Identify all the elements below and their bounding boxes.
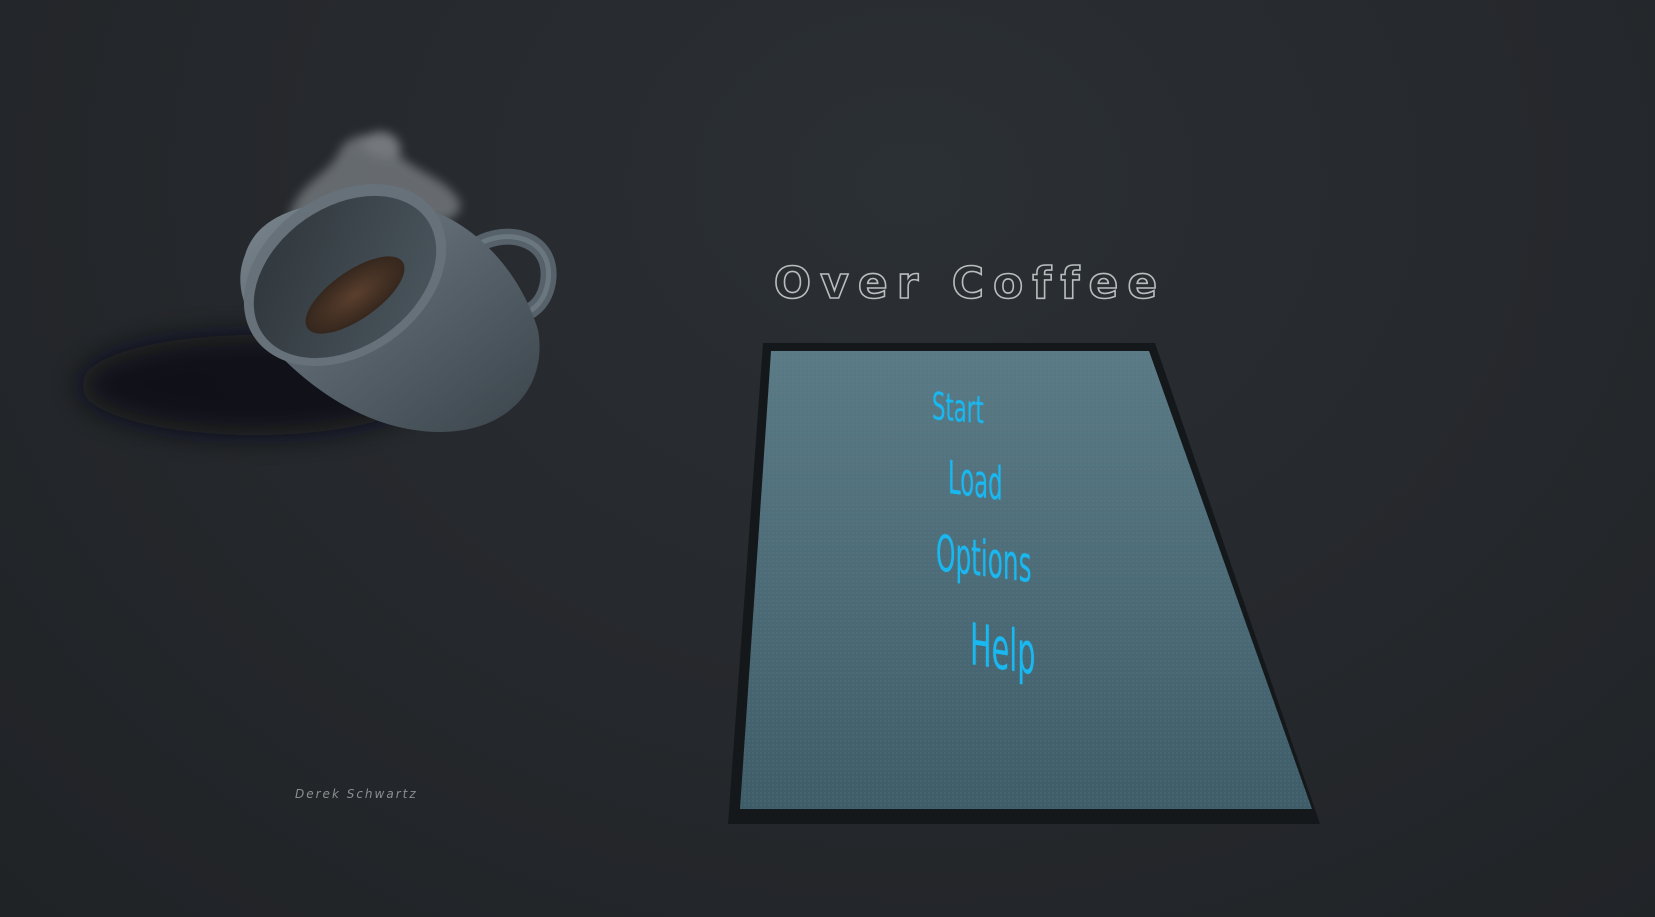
author-credit: Derek Schwartz [295, 787, 418, 801]
game-scene [80, 131, 1320, 824]
game-title: Over Coffee [773, 257, 1167, 310]
load-button[interactable]: Load [948, 450, 1003, 511]
start-button[interactable]: Start [932, 384, 984, 432]
help-button[interactable]: Help [970, 610, 1035, 688]
options-button[interactable]: Options [936, 524, 1031, 594]
